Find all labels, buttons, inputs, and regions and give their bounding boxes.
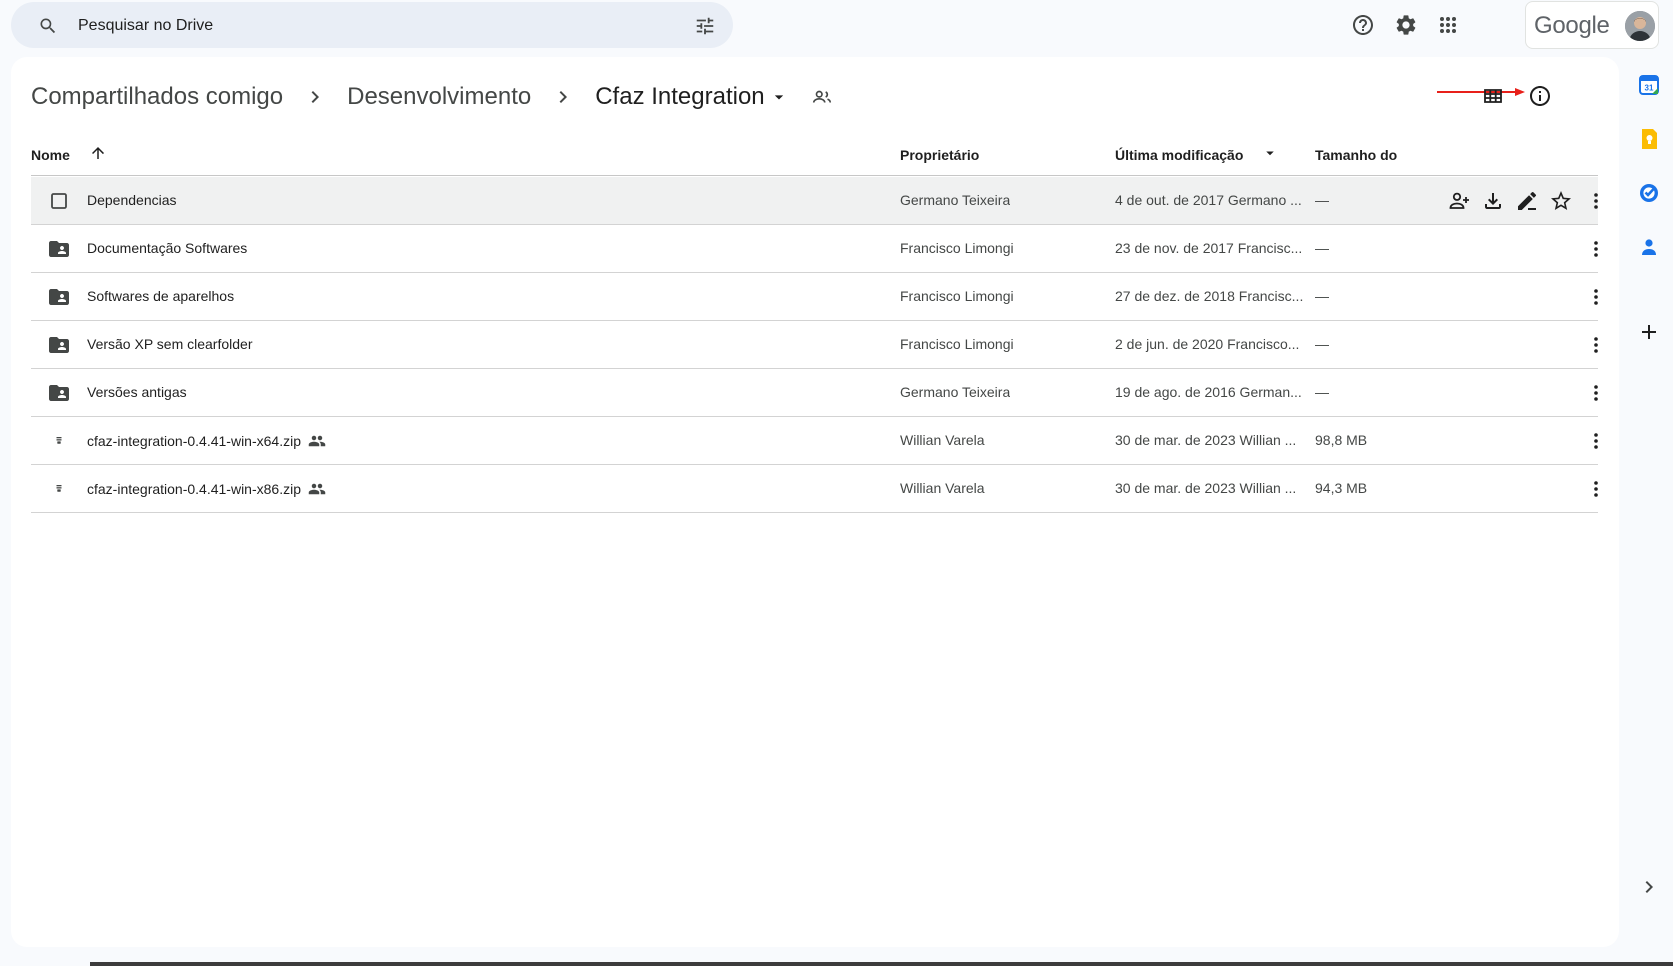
file-name[interactable]: Versão XP sem clearfolder — [87, 336, 253, 352]
column-header-owner[interactable]: Proprietário — [900, 147, 979, 163]
zip-file-icon — [56, 485, 62, 492]
column-header-name[interactable]: Nome — [31, 147, 70, 163]
svg-text:31: 31 — [1645, 84, 1654, 93]
avatar[interactable] — [1625, 11, 1655, 41]
column-header-size[interactable]: Tamanho do — [1315, 147, 1397, 163]
table-header: Nome Proprietário Última modificação Tam… — [31, 132, 1598, 176]
file-size: 94,3 MB — [1315, 480, 1368, 496]
share-icon[interactable] — [1447, 189, 1471, 213]
more-actions-icon[interactable] — [1584, 189, 1608, 213]
file-name[interactable]: cfaz-integration-0.4.41-win-x64.zip — [87, 432, 326, 450]
table-row[interactable]: Versão XP sem clearfolder Francisco Limo… — [31, 321, 1598, 369]
table-row[interactable]: cfaz-integration-0.4.41-win-x86.zip Will… — [31, 465, 1598, 513]
more-actions-icon[interactable] — [1584, 237, 1608, 261]
file-owner: Francisco Limongi — [900, 288, 1014, 304]
file-modified: 2 de jun. de 2020 Francisco... — [1115, 336, 1300, 352]
download-icon[interactable] — [1481, 189, 1505, 213]
chevron-right-icon[interactable] — [1637, 875, 1661, 899]
file-size: — — [1315, 336, 1329, 352]
file-size: — — [1315, 288, 1329, 304]
file-list: Dependencias Germano Teixeira 4 de out. … — [31, 177, 1598, 513]
file-owner: Germano Teixeira — [900, 192, 1011, 208]
more-actions-icon[interactable] — [1584, 429, 1608, 453]
file-size: — — [1315, 240, 1329, 256]
file-owner: Germano Teixeira — [900, 384, 1011, 400]
calendar-icon[interactable]: 31 — [1637, 73, 1661, 97]
shared-folder-icon — [49, 289, 69, 305]
checkbox-icon[interactable] — [47, 189, 71, 213]
file-owner: Francisco Limongi — [900, 240, 1014, 256]
file-size: 98,8 MB — [1315, 432, 1368, 448]
file-size: — — [1315, 192, 1329, 208]
shared-people-icon — [308, 435, 326, 447]
table-row[interactable]: Softwares de aparelhos Francisco Limongi… — [31, 273, 1598, 321]
search-bar[interactable]: Pesquisar no Drive — [11, 2, 733, 48]
side-panel: 31 — [1625, 57, 1673, 957]
file-name[interactable]: Versões antigas — [87, 384, 187, 400]
account-switcher[interactable]: Google — [1525, 1, 1659, 49]
file-modified: 4 de out. de 2017 Germano ... — [1115, 192, 1302, 208]
chevron-right-icon — [559, 91, 568, 103]
more-actions-icon[interactable] — [1584, 285, 1608, 309]
shared-folder-icon — [49, 337, 69, 353]
table-row[interactable]: Versões antigas Germano Teixeira 19 de a… — [31, 369, 1598, 417]
more-actions-icon[interactable] — [1584, 381, 1608, 405]
search-icon[interactable] — [38, 16, 58, 36]
breadcrumb-item-shared-with-me[interactable]: Compartilhados comigo — [31, 83, 283, 111]
info-icon[interactable] — [1528, 84, 1552, 108]
table-row[interactable]: Dependencias Germano Teixeira 4 de out. … — [31, 177, 1598, 225]
sort-ascending-icon[interactable] — [89, 144, 107, 162]
grid-view-icon[interactable] — [1481, 84, 1505, 108]
zip-file-icon — [56, 437, 62, 444]
keep-icon[interactable] — [1637, 127, 1661, 151]
file-modified: 19 de ago. de 2016 German... — [1115, 384, 1302, 400]
table-row[interactable]: cfaz-integration-0.4.41-win-x64.zip Will… — [31, 417, 1598, 465]
help-icon[interactable] — [1351, 13, 1375, 37]
file-modified: 27 de dez. de 2018 Francisc... — [1115, 288, 1304, 304]
table-row[interactable]: Documentação Softwares Francisco Limongi… — [31, 225, 1598, 273]
breadcrumb: Compartilhados comigo Desenvolvimento Cf… — [31, 77, 833, 117]
settings-icon[interactable] — [1394, 13, 1418, 37]
add-icon[interactable] — [1637, 320, 1661, 344]
more-actions-icon[interactable] — [1584, 477, 1608, 501]
apps-grid-icon[interactable] — [1436, 13, 1460, 37]
contacts-icon[interactable] — [1637, 235, 1661, 259]
shared-folder-icon — [49, 385, 69, 401]
file-modified: 30 de mar. de 2023 Willian ... — [1115, 432, 1297, 448]
file-modified: 30 de mar. de 2023 Willian ... — [1115, 480, 1297, 496]
file-size: — — [1315, 384, 1329, 400]
file-owner: Francisco Limongi — [900, 336, 1014, 352]
file-owner: Willian Varela — [900, 432, 985, 448]
google-logo: Google — [1534, 12, 1610, 39]
caret-down-icon[interactable] — [1261, 144, 1279, 162]
file-name[interactable]: Dependencias — [87, 192, 177, 208]
tasks-icon[interactable] — [1637, 181, 1661, 205]
breadcrumb-item-current-folder[interactable]: Cfaz Integration — [595, 83, 764, 111]
taskbar-edge — [90, 962, 1673, 966]
main-content: Compartilhados comigo Desenvolvimento Cf… — [11, 57, 1619, 947]
file-modified: 23 de nov. de 2017 Francisc... — [1115, 240, 1303, 256]
search-input[interactable]: Pesquisar no Drive — [78, 17, 213, 35]
file-name[interactable]: cfaz-integration-0.4.41-win-x86.zip — [87, 480, 326, 498]
more-actions-icon[interactable] — [1584, 333, 1608, 357]
shared-people-icon[interactable] — [811, 86, 833, 108]
column-header-modified[interactable]: Última modificação — [1115, 147, 1243, 163]
star-icon[interactable] — [1549, 189, 1573, 213]
top-bar: Pesquisar no Drive Google — [0, 0, 1673, 52]
shared-folder-icon — [49, 241, 69, 257]
file-name[interactable]: Documentação Softwares — [87, 240, 247, 256]
search-options-icon[interactable] — [694, 15, 716, 37]
file-owner: Willian Varela — [900, 480, 985, 496]
file-name[interactable]: Softwares de aparelhos — [87, 288, 234, 304]
rename-icon[interactable] — [1515, 189, 1539, 213]
shared-people-icon — [308, 483, 326, 495]
breadcrumb-item-development[interactable]: Desenvolvimento — [347, 83, 531, 111]
chevron-right-icon — [311, 91, 320, 103]
caret-down-icon[interactable] — [769, 87, 789, 107]
